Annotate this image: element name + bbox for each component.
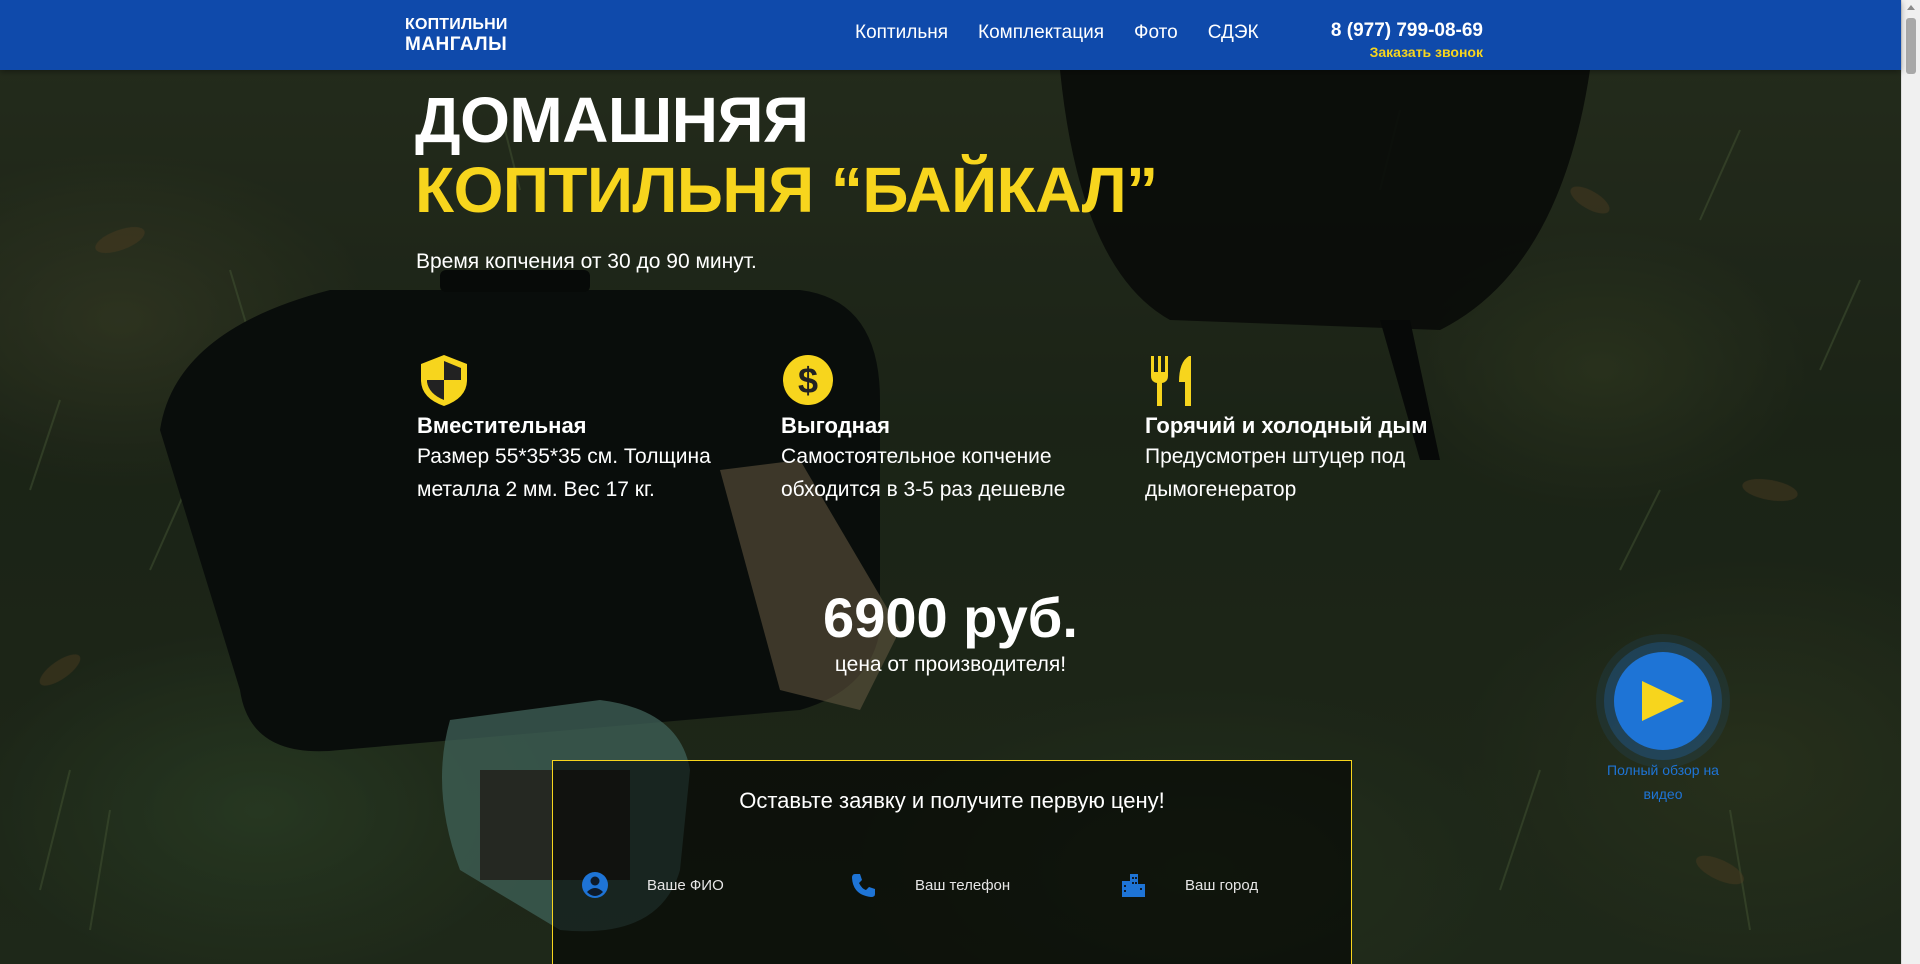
price-value: 6900 руб.: [823, 586, 1078, 649]
phone-icon: [852, 874, 875, 897]
dollar-coin-icon: $: [783, 355, 833, 405]
hero-title-line-2: коптильня “Байкал”: [415, 154, 1158, 226]
play-icon: [1642, 681, 1684, 721]
feature-smoke: Горячий и холодный дым Предусмотрен штуц…: [1145, 352, 1485, 506]
video-review-button[interactable]: Полный обзор на видео: [1592, 652, 1734, 806]
nav-link-equipment[interactable]: Комплектация: [978, 22, 1104, 44]
feature-text: Размер 55*35*35 см. Толщина металла 2 мм…: [417, 445, 711, 501]
logo-line-2: мангалы: [405, 34, 508, 55]
scroll-up-arrow-icon[interactable]: [1907, 5, 1915, 10]
hero-subtitle: Время копчения от 30 до 90 минут.: [416, 250, 757, 273]
video-review-label[interactable]: Полный обзор на видео: [1592, 758, 1734, 806]
feature-title: Выгодная: [781, 413, 891, 438]
feature-text: Предусмотрен штуцер под дымогенератор: [1145, 445, 1406, 501]
svg-text:$: $: [798, 360, 818, 401]
contact-box: 8 (977) 799-08-69 Заказать звонок: [1331, 20, 1483, 60]
scrollbar-thumb[interactable]: [1906, 18, 1916, 74]
logo-line-1: коптильни: [405, 16, 508, 33]
site-header: коптильни мангалы Коптильня Комплектация…: [0, 0, 1901, 70]
phone-field[interactable]: Ваш телефон: [849, 871, 1010, 899]
nav-link-smokehouse[interactable]: Коптильня: [855, 22, 948, 44]
nav-link-photo[interactable]: Фото: [1134, 22, 1178, 44]
name-field-placeholder: Ваше ФИО: [647, 876, 724, 894]
person-icon: [582, 872, 608, 898]
city-field-placeholder: Ваш город: [1185, 876, 1259, 894]
page-scrollbar[interactable]: [1901, 0, 1920, 964]
feature-text: Самостоятельное копчение обходится в 3-5…: [781, 445, 1066, 501]
lead-form: Оставьте заявку и получите первую цену! …: [552, 760, 1352, 964]
video-play-circle[interactable]: [1614, 652, 1712, 750]
city-field[interactable]: Ваш город: [1119, 871, 1258, 899]
phone-field-placeholder: Ваш телефон: [915, 876, 1011, 894]
hero-title: Домашняя коптильня “Байкал”: [415, 85, 1158, 225]
feature-value: $ Выгодная Самостоятельное копчение обхо…: [781, 352, 1121, 506]
shield-icon: [421, 355, 467, 406]
feature-title: Горячий и холодный дым: [1145, 413, 1428, 438]
city-icon: [1122, 874, 1145, 897]
nav-link-cdek[interactable]: СДЭК: [1208, 22, 1259, 44]
main-nav: Коптильня Комплектация Фото СДЭК: [855, 22, 1289, 44]
feature-title: Вместительная: [417, 413, 587, 438]
hero-title-line-1: Домашняя: [415, 84, 809, 156]
request-call-link[interactable]: Заказать звонок: [1331, 44, 1483, 60]
site-logo[interactable]: коптильни мангалы: [405, 15, 508, 55]
fork-knife-icon: [1151, 356, 1191, 406]
phone-number[interactable]: 8 (977) 799-08-69: [1331, 20, 1483, 42]
name-field[interactable]: Ваше ФИО: [581, 871, 724, 899]
feature-capacity: Вместительная Размер 55*35*35 см. Толщин…: [417, 352, 757, 506]
form-title: Оставьте заявку и получите первую цену!: [739, 788, 1165, 813]
